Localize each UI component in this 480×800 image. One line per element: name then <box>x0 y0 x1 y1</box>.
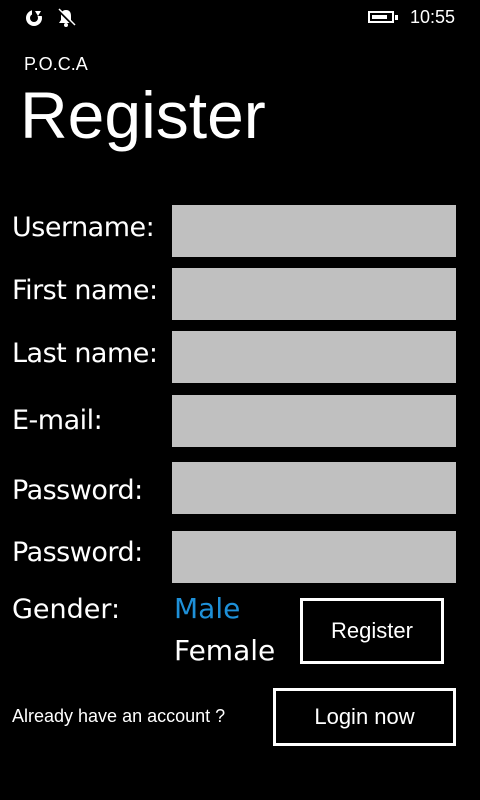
gender-option-male[interactable]: Male <box>174 592 240 625</box>
confirm-password-label: Password: <box>12 537 143 568</box>
password-label: Password: <box>12 475 143 506</box>
page-title: Register <box>20 78 266 152</box>
account-prompt: Already have an account ? <box>12 706 226 726</box>
last-name-input[interactable] <box>172 331 456 383</box>
sync-icon <box>26 10 42 26</box>
confirm-password-input[interactable] <box>172 531 456 583</box>
username-input[interactable] <box>172 205 456 257</box>
email-label: E-mail: <box>12 405 103 436</box>
last-name-label: Last name: <box>12 338 158 369</box>
register-button-label: Register <box>331 618 413 643</box>
battery-level-fill <box>372 15 387 19</box>
bell-icon <box>57 8 76 27</box>
username-label: Username: <box>12 212 155 243</box>
first-name-input[interactable] <box>172 268 456 320</box>
app-name: P.O.C.A <box>24 54 88 74</box>
gender-label: Gender: <box>12 594 121 625</box>
login-now-label: Login now <box>314 704 415 729</box>
gender-option-female[interactable]: Female <box>174 634 275 667</box>
battery-tip <box>395 15 398 20</box>
battery-icon <box>368 11 394 23</box>
password-input[interactable] <box>172 462 456 514</box>
register-button[interactable]: Register <box>300 598 444 664</box>
status-clock: 10:55 <box>410 7 456 27</box>
email-input[interactable] <box>172 395 456 447</box>
login-now-button[interactable]: Login now <box>273 688 456 746</box>
status-bar: 10:55 <box>0 0 480 36</box>
first-name-label: First name: <box>12 275 158 306</box>
